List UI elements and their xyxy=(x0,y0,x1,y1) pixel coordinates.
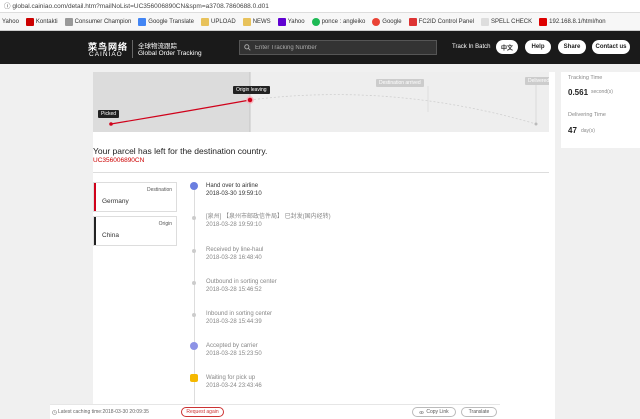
tracking-time-value: 0.561 xyxy=(568,88,589,97)
map-label-destination-arrived: Destination arrived xyxy=(376,79,424,87)
bookmark-kontakti[interactable]: Kontakti xyxy=(25,17,58,26)
circle-icon xyxy=(311,17,320,26)
page-title: Global Order Tracking xyxy=(138,50,202,57)
yahoo-icon xyxy=(277,17,286,26)
search-box[interactable] xyxy=(239,40,437,55)
bookmark-ponce[interactable]: ponce : angleiko xyxy=(311,17,365,26)
contact-us-button[interactable]: Contact us xyxy=(592,40,630,54)
section-divider xyxy=(93,172,549,173)
parcel-status-title: Your parcel has left for the destination… xyxy=(93,146,268,156)
progress-route xyxy=(109,72,538,132)
destination-role: Destination xyxy=(146,187,172,193)
destination-country: Germany xyxy=(102,198,129,205)
origin-role: Origin xyxy=(158,221,172,227)
origin-leaving-dot xyxy=(246,96,254,104)
router-icon xyxy=(539,17,548,26)
tracking-number: UC356006890CN xyxy=(93,157,145,164)
share-button[interactable]: Share xyxy=(558,40,586,54)
map-label-delivered: Delivered xyxy=(525,77,549,85)
bookmark-news[interactable]: NEWS xyxy=(242,17,271,26)
fc2-icon xyxy=(408,17,417,26)
bookmark-yahoo[interactable]: Yahoo xyxy=(2,19,19,25)
picked-dot xyxy=(109,122,113,126)
translate-button[interactable]: Translate xyxy=(461,407,497,417)
timeline-event: [泉州] 【泉州市邮政信件局】 已封发(国内经转) 2018-03-28 19:… xyxy=(206,214,331,228)
logo-en[interactable]: CAINIAO xyxy=(89,51,123,58)
search-input[interactable] xyxy=(255,44,425,51)
bookmark-router[interactable]: 192.168.8.1/html/hon xyxy=(539,17,606,26)
copy-link-label: Copy Link xyxy=(426,409,449,415)
latest-caching-time: Latest caching time:2018-03-30 20:09:35 xyxy=(58,409,149,415)
timeline-event: Accepted by carrier 2018-03-28 15:23:50 xyxy=(206,343,262,357)
timeline-event: Received by line-haul 2018-03-28 16:48:4… xyxy=(206,247,264,261)
destination-card: Destination Germany xyxy=(93,182,177,212)
timeline-dot xyxy=(192,216,196,220)
spell-icon xyxy=(481,17,490,26)
kontakti-icon xyxy=(25,17,34,26)
clock-icon xyxy=(52,410,57,415)
bookmark-spell-check[interactable]: SPELL CHECK xyxy=(481,17,532,26)
delivered-dot xyxy=(534,122,538,126)
bookmarks-bar: Yahoo Kontakti Consumer Champion Google … xyxy=(0,13,640,31)
footer-bar: Latest caching time:2018-03-30 20:09:35 … xyxy=(50,404,500,419)
delivering-time-unit: day(s) xyxy=(581,128,595,134)
stats-panel: Tracking Time 0.561 second(s) Delivering… xyxy=(561,72,640,148)
timeline-event: Hand over to airline 2018-03-30 19:59:10 xyxy=(206,183,262,197)
origin-bar xyxy=(94,217,96,245)
logo-divider xyxy=(132,40,133,58)
copy-link-button[interactable]: Copy Link xyxy=(412,407,456,417)
bookmark-google-translate[interactable]: Google Translate xyxy=(138,17,194,26)
bookmark-fc2id[interactable]: FC2ID Control Panel xyxy=(408,17,474,26)
search-icon xyxy=(244,44,251,51)
help-button[interactable]: Help xyxy=(525,40,551,54)
language-button[interactable]: 中文 xyxy=(496,40,518,54)
translate-icon xyxy=(138,17,147,26)
link-icon xyxy=(419,410,425,414)
tracking-time-unit: second(s) xyxy=(591,89,613,95)
package-icon xyxy=(190,374,198,382)
delivering-time-label: Delivering Time xyxy=(568,112,606,118)
airplane-icon xyxy=(190,182,198,190)
delivering-time-value: 47 xyxy=(568,126,577,135)
bookmark-upload[interactable]: UPLOAD xyxy=(201,17,236,26)
map-label-origin-leaving: Origin leaving xyxy=(233,86,270,94)
folder-icon xyxy=(242,17,251,26)
folder-icon xyxy=(201,17,209,26)
origin-card: Origin China xyxy=(93,216,177,246)
page-title-cn: 全球物流跟踪 xyxy=(138,43,177,50)
bookmark-yahoo-2[interactable]: Yahoo xyxy=(277,17,305,26)
timeline-event: Inbound in sorting center 2018-03-28 15:… xyxy=(206,311,273,325)
origin-country: China xyxy=(102,232,119,239)
map-label-picked: Picked xyxy=(98,110,120,118)
progress-map: Picked Origin leaving Destination arrive… xyxy=(93,72,549,132)
address-bar[interactable]: ⓘ global.cainiao.com/detail.htm?mailNoLi… xyxy=(0,0,640,13)
url-text: global.cainiao.com/detail.htm?mailNoList… xyxy=(12,3,269,10)
timeline-dot xyxy=(192,249,196,253)
bookmark-consumer-champion[interactable]: Consumer Champion xyxy=(64,17,131,26)
people-icon xyxy=(64,17,73,26)
google-icon xyxy=(372,17,381,26)
timeline-dot xyxy=(192,313,196,317)
timeline-event: Outbound in sorting center 2018-03-28 15… xyxy=(206,279,277,293)
destination-bar xyxy=(94,183,96,211)
bookmark-google[interactable]: Google xyxy=(372,17,402,26)
timeline-event: Waiting for pick up 2018-03-24 23:43:46 xyxy=(206,375,262,389)
tracking-time-label: Tracking Time xyxy=(568,75,603,81)
track-in-batch-link[interactable]: Track In Batch xyxy=(452,44,490,50)
request-again-button[interactable]: Request again xyxy=(181,407,224,417)
timeline-dot xyxy=(192,281,196,285)
carrier-icon xyxy=(190,342,198,350)
